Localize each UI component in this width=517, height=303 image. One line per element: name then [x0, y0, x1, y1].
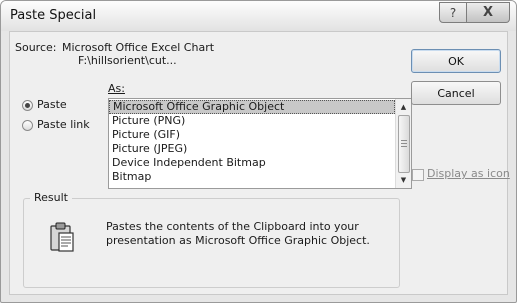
format-list-items: Microsoft Office Graphic Object Picture …	[109, 100, 395, 184]
paste-special-dialog: Paste Special ? X Source: Microsoft Offi…	[0, 0, 517, 303]
format-list-item[interactable]: Picture (GIF)	[109, 128, 395, 142]
paste-link-radio-label[interactable]: Paste link	[37, 118, 90, 131]
format-list-item[interactable]: Picture (JPEG)	[109, 142, 395, 156]
paste-radio[interactable]	[22, 100, 33, 111]
source-path: F:\hillsorient\cut...	[78, 54, 177, 67]
format-listbox[interactable]: Microsoft Office Graphic Object Picture …	[108, 98, 412, 189]
source-label: Source:	[15, 41, 57, 54]
result-label: Result	[30, 191, 72, 204]
display-as-icon-checkbox[interactable]	[412, 169, 424, 181]
result-description: Pastes the contents of the Clipboard int…	[106, 220, 370, 247]
clipboard-icon	[50, 222, 74, 252]
grip-line	[401, 143, 407, 144]
paste-link-radio[interactable]	[22, 120, 33, 131]
format-list-item[interactable]: Bitmap	[109, 170, 395, 184]
title-buttons: ? X	[439, 2, 510, 23]
format-list-item[interactable]: Microsoft Office Graphic Object	[109, 100, 395, 114]
dialog-title: Paste Special	[10, 8, 97, 23]
as-label: As:	[108, 82, 125, 95]
paste-radio-label[interactable]: Paste	[37, 98, 67, 111]
format-list-item[interactable]: Device Independent Bitmap	[109, 156, 395, 170]
dialog-content: Source: Microsoft Office Excel Chart F:\…	[9, 31, 510, 295]
scroll-thumb[interactable]	[398, 115, 410, 173]
source-value: Microsoft Office Excel Chart	[62, 41, 215, 54]
ok-button[interactable]: OK	[411, 49, 501, 73]
help-button[interactable]: ?	[439, 2, 467, 23]
close-button[interactable]: X	[467, 2, 510, 23]
scroll-down-icon[interactable]: ▼	[396, 173, 411, 187]
list-scrollbar[interactable]: ▲ ▼	[395, 99, 411, 188]
grip-line	[401, 146, 407, 147]
grip-line	[401, 140, 407, 141]
scroll-up-icon[interactable]: ▲	[396, 100, 411, 114]
display-as-icon-label[interactable]: Display as icon	[427, 167, 510, 180]
cancel-button[interactable]: Cancel	[411, 81, 501, 105]
format-list-item[interactable]: Picture (PNG)	[109, 114, 395, 128]
title-bar: Paste Special ? X	[1, 1, 516, 31]
